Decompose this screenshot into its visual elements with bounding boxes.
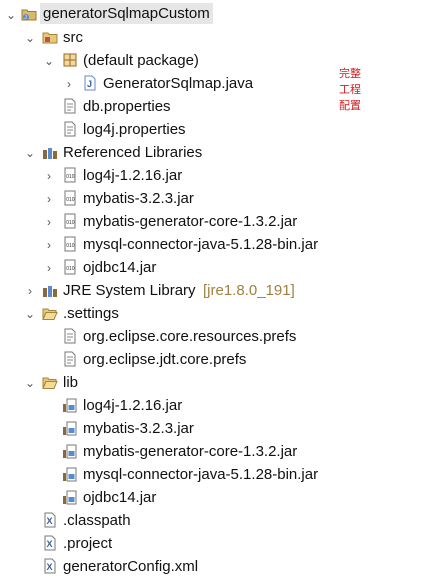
source-folder-icon: [42, 32, 58, 44]
xml-file-icon: X: [44, 512, 56, 528]
properties-file-icon: [64, 98, 76, 114]
java-file-icon: J: [84, 75, 96, 91]
library-jar-icon: [63, 467, 77, 482]
svg-text:010: 010: [66, 243, 75, 249]
open-folder-icon: [42, 308, 58, 320]
expanded-chevron-icon[interactable]: ⌄: [24, 308, 36, 320]
collapsed-chevron-icon[interactable]: ›: [63, 78, 75, 90]
jar-file-icon: 010: [64, 167, 76, 183]
tree-item-ref-jar[interactable]: › 010 log4j-1.2.16.jar: [0, 164, 423, 187]
svg-text:010: 010: [66, 197, 75, 203]
svg-text:X: X: [47, 516, 53, 526]
library-jar-icon: [63, 421, 77, 436]
tree-item-label: mybatis-3.2.3.jar: [83, 190, 194, 207]
xml-file-icon: X: [44, 535, 56, 551]
jar-file-icon: 010: [64, 190, 76, 206]
tree-item-generator-config[interactable]: X generatorConfig.xml: [0, 555, 423, 578]
expanded-chevron-icon[interactable]: ⌄: [24, 377, 36, 389]
library-jar-icon: [63, 444, 77, 459]
collapsed-chevron-icon[interactable]: ›: [24, 285, 36, 297]
tree-item-lib-jar[interactable]: mybatis-generator-core-1.3.2.jar: [0, 440, 423, 463]
tree-item-settings-folder[interactable]: ⌄ .settings: [0, 302, 423, 325]
tree-item-label: db.properties: [83, 98, 171, 115]
open-folder-icon: [42, 377, 58, 389]
tree-item-settings-file[interactable]: org.eclipse.jdt.core.prefs: [0, 348, 423, 371]
package-icon: [63, 53, 77, 67]
tree-item-label: JRE System Library: [63, 282, 196, 299]
annotation-line: 完整: [339, 67, 361, 80]
svg-text:X: X: [47, 539, 53, 549]
svg-text:010: 010: [66, 220, 75, 226]
tree-item-label: generatorConfig.xml: [63, 558, 199, 575]
tree-item-classpath[interactable]: X .classpath: [0, 509, 423, 532]
tree-item-label: log4j.properties: [83, 121, 186, 138]
expanded-chevron-icon[interactable]: ⌄: [5, 9, 17, 21]
tree-item-lib-jar[interactable]: log4j-1.2.16.jar: [0, 394, 423, 417]
tree-item-label: Referenced Libraries: [63, 144, 203, 161]
tree-item-ref-jar[interactable]: › 010 mybatis-3.2.3.jar: [0, 187, 423, 210]
library-jar-icon: [63, 398, 77, 413]
collapsed-chevron-icon[interactable]: ›: [43, 170, 55, 182]
jar-file-icon: 010: [64, 236, 76, 252]
tree-item-label: src: [63, 29, 83, 46]
collapsed-chevron-icon[interactable]: ›: [43, 262, 55, 274]
properties-file-icon: [64, 121, 76, 137]
expanded-chevron-icon[interactable]: ⌄: [43, 55, 55, 67]
tree-item-label: .settings: [63, 305, 119, 322]
tree-item-label: log4j-1.2.16.jar: [83, 167, 183, 184]
tree-item-project-root[interactable]: ⌄ J generatorSqlmapCustom: [0, 3, 423, 26]
tree-item-label: ojdbc14.jar: [83, 259, 157, 276]
tree-item-lib-folder[interactable]: ⌄ lib: [0, 371, 423, 394]
collapsed-chevron-icon[interactable]: ›: [43, 239, 55, 251]
red-annotation: 完整 工程 配置: [335, 66, 365, 114]
tree-item-ref-jar[interactable]: › 010 mysql-connector-java-5.1.28-bin.ja…: [0, 233, 423, 256]
tree-item-label: (default package): [83, 52, 199, 69]
svg-text:010: 010: [66, 266, 75, 272]
tree-item-label: mybatis-generator-core-1.3.2.jar: [83, 443, 298, 460]
tree-item-label: org.eclipse.core.resources.prefs: [83, 328, 297, 345]
jar-file-icon: 010: [64, 259, 76, 275]
tree-item-ref-jar[interactable]: › 010 mybatis-generator-core-1.3.2.jar: [0, 210, 423, 233]
tree-item-label: ojdbc14.jar: [83, 489, 157, 506]
properties-file-icon: [64, 351, 76, 367]
tree-item-label: mybatis-generator-core-1.3.2.jar: [83, 213, 298, 230]
svg-text:010: 010: [66, 174, 75, 180]
collapsed-chevron-icon[interactable]: ›: [43, 216, 55, 228]
tree-item-label: .project: [63, 535, 113, 552]
tree-item-label: mysql-connector-java-5.1.28-bin.jar: [83, 236, 319, 253]
project-name: generatorSqlmapCustom: [40, 3, 213, 24]
annotation-line: 工程: [339, 83, 361, 96]
tree-item-jre-library[interactable]: › JRE System Library [jre1.8.0_191]: [0, 279, 423, 302]
tree-item-project-file[interactable]: X .project: [0, 532, 423, 555]
jar-file-icon: 010: [64, 213, 76, 229]
tree-item-referenced-libraries[interactable]: ⌄ Referenced Libraries: [0, 141, 423, 164]
expanded-chevron-icon[interactable]: ⌄: [24, 32, 36, 44]
annotation-line: 配置: [339, 99, 361, 112]
tree-item-label: GeneratorSqlmap.java: [103, 75, 254, 92]
svg-text:X: X: [47, 562, 53, 572]
jre-version-decoration: [jre1.8.0_191]: [203, 282, 295, 299]
svg-text:J: J: [87, 79, 92, 89]
library-container-icon: [43, 286, 57, 297]
tree-item-settings-file[interactable]: org.eclipse.core.resources.prefs: [0, 325, 423, 348]
tree-item-label: lib: [63, 374, 79, 391]
library-jar-icon: [63, 490, 77, 505]
tree-item-src[interactable]: ⌄ src: [0, 26, 423, 49]
collapsed-chevron-icon[interactable]: ›: [43, 193, 55, 205]
properties-file-icon: [64, 328, 76, 344]
expanded-chevron-icon[interactable]: ⌄: [24, 147, 36, 159]
library-container-icon: [43, 148, 57, 159]
tree-item-lib-jar[interactable]: ojdbc14.jar: [0, 486, 423, 509]
tree-item-lib-jar[interactable]: mysql-connector-java-5.1.28-bin.jar: [0, 463, 423, 486]
tree-item-label: log4j-1.2.16.jar: [83, 397, 183, 414]
xml-file-icon: X: [44, 558, 56, 574]
tree-item-lib-jar[interactable]: mybatis-3.2.3.jar: [0, 417, 423, 440]
tree-item-label: .classpath: [63, 512, 131, 529]
tree-item-label: mysql-connector-java-5.1.28-bin.jar: [83, 466, 319, 483]
java-project-icon: J: [21, 9, 37, 21]
tree-item-label: mybatis-3.2.3.jar: [83, 420, 194, 437]
tree-item-ref-jar[interactable]: › 010 ojdbc14.jar: [0, 256, 423, 279]
tree-item-label: org.eclipse.jdt.core.prefs: [83, 351, 247, 368]
tree-item-log4j-properties[interactable]: log4j.properties: [0, 118, 423, 141]
